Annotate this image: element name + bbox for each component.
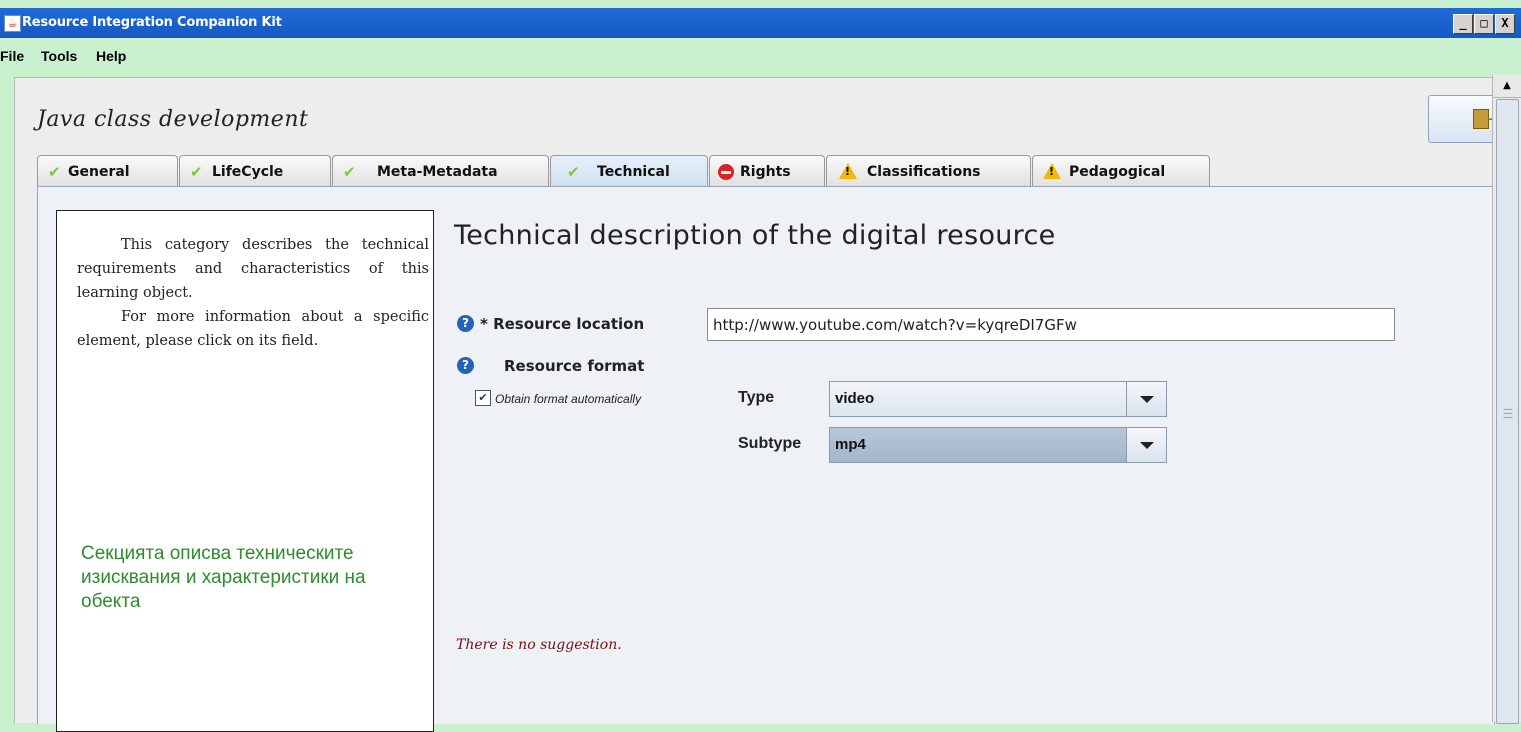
checkmark-icon: ✔	[190, 163, 203, 181]
window-title: Resource Integration Companion Kit	[22, 15, 282, 30]
window-controls: _ □ X	[1453, 14, 1515, 34]
application-window: ☕ Resource Integration Companion Kit _ □…	[0, 0, 1521, 732]
checkmark-icon: ✔	[343, 163, 356, 181]
obtain-format-checkbox[interactable]: ✔	[475, 390, 491, 406]
vertical-scrollbar[interactable]: ▲ — — —	[1492, 75, 1521, 724]
subtype-dropdown[interactable]: mp4	[829, 427, 1167, 463]
tab-general[interactable]: ✔ General	[37, 155, 178, 187]
tab-label: General	[68, 164, 130, 180]
tab-lifecycle[interactable]: ✔ LifeCycle	[179, 155, 331, 187]
menu-help[interactable]: Help	[96, 48, 126, 64]
description-paragraph: This category describes the technical re…	[77, 237, 429, 301]
tab-classifications[interactable]: ! Classifications	[826, 155, 1031, 187]
checkmark-icon: ✔	[48, 163, 61, 181]
chevron-down-icon[interactable]	[1126, 428, 1166, 462]
help-icon[interactable]: ?	[457, 357, 474, 374]
chevron-down-icon[interactable]	[1126, 382, 1166, 416]
exit-button[interactable]: ➜	[1428, 95, 1498, 143]
resource-location-input[interactable]: http://www.youtube.com/watch?v=kyqreDI7G…	[707, 308, 1395, 341]
java-app-icon: ☕	[4, 15, 21, 32]
main-content: Java class development ➜ ✔ General ✔ Lif…	[14, 77, 1498, 732]
title-bar: ☕ Resource Integration Companion Kit _ □…	[0, 8, 1521, 38]
menu-file[interactable]: File	[0, 48, 24, 64]
description-paragraph: For more information about a specific el…	[77, 309, 429, 349]
minimize-button[interactable]: _	[1453, 14, 1473, 34]
translation-text: Секцията описва техническите изисквания …	[81, 543, 366, 612]
tab-rights[interactable]: Rights	[709, 155, 825, 187]
subtype-value: mp4	[835, 436, 866, 453]
page-heading: Technical description of the digital res…	[454, 220, 1056, 251]
type-value: video	[835, 390, 875, 407]
help-icon[interactable]: ?	[457, 315, 474, 332]
technical-panel: This category describes the technical re…	[37, 186, 1495, 732]
tab-technical[interactable]: ✔ Technical	[550, 155, 708, 188]
type-dropdown[interactable]: video	[829, 381, 1167, 417]
tab-label: Pedagogical	[1069, 164, 1166, 180]
tab-label: Classifications	[867, 164, 981, 180]
scroll-up-icon[interactable]: ▲	[1493, 75, 1521, 98]
type-label: Type	[738, 389, 775, 406]
description-box: This category describes the technical re…	[56, 210, 434, 732]
stop-icon	[718, 164, 734, 180]
resource-location-label: * Resource location	[480, 315, 645, 333]
warning-icon: !	[839, 163, 857, 179]
category-description: This category describes the technical re…	[77, 233, 429, 353]
tab-label: Technical	[597, 164, 670, 180]
grip-icon: — — —	[1503, 404, 1513, 423]
menu-tools[interactable]: Tools	[41, 48, 77, 64]
warning-icon: !	[1043, 163, 1061, 179]
tab-pedagogical[interactable]: ! Pedagogical	[1032, 155, 1210, 187]
tab-bar: ✔ General ✔ LifeCycle ✔ Meta-Metadata ✔ …	[37, 155, 1237, 188]
close-button[interactable]: X	[1495, 14, 1515, 34]
tab-label: LifeCycle	[212, 164, 284, 180]
tab-label: Rights	[740, 164, 791, 180]
maximize-button[interactable]: □	[1474, 14, 1494, 34]
resource-format-label: Resource format	[504, 357, 645, 375]
menu-bar: File Tools Help	[0, 38, 1521, 72]
suggestion-text: There is no suggestion.	[456, 637, 622, 653]
tab-meta-metadata[interactable]: ✔ Meta-Metadata	[332, 155, 549, 187]
course-title: Java class development	[37, 107, 309, 132]
tab-label: Meta-Metadata	[377, 164, 498, 180]
checkmark-icon: ✔	[567, 163, 580, 181]
subtype-label: Subtype	[738, 435, 802, 452]
obtain-format-label: Obtain format automatically	[495, 392, 642, 406]
scroll-thumb[interactable]: — — —	[1496, 99, 1519, 724]
